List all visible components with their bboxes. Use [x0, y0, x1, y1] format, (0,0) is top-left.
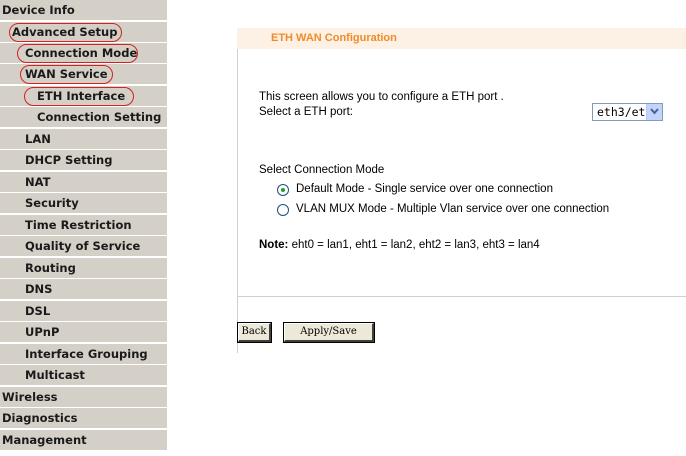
sidebar-item-label: Management	[2, 433, 87, 447]
note-text: Note: eht0 = lan1, eht1 = lan2, eht2 = l…	[259, 239, 540, 251]
sidebar-item-label: NAT	[25, 175, 51, 189]
sidebar-item-quality-of-service[interactable]: Quality of Service	[0, 236, 167, 257]
sidebar-item-label: Connection Setting	[37, 110, 162, 124]
sidebar-item-label: Interface Grouping	[25, 347, 148, 361]
page-title: ETH WAN Configuration	[237, 28, 686, 49]
sidebar-item-advanced-setup[interactable]: Advanced Setup	[0, 22, 167, 43]
sidebar-item-interface-grouping[interactable]: Interface Grouping	[0, 344, 167, 365]
sidebar-item-label: Multicast	[25, 368, 85, 382]
sidebar-item-label: Advanced Setup	[12, 25, 118, 39]
apply-save-button[interactable]: Apply/Save	[283, 322, 375, 343]
select-port-label: Select a ETH port:	[259, 106, 353, 118]
default-mode-label: Default Mode - Single service over one c…	[296, 183, 553, 195]
sidebar-item-label: Time Restriction	[25, 218, 132, 232]
sidebar-item-label: Wireless	[2, 390, 58, 404]
chevron-down-icon[interactable]	[646, 104, 662, 120]
note-label: Note:	[259, 239, 289, 251]
radio-selected-dot	[281, 188, 285, 192]
sidebar-item-wan-service[interactable]: WAN Service	[0, 64, 167, 85]
vlan-mux-mode-label: VLAN MUX Mode - Multiple Vlan service ov…	[296, 203, 610, 215]
sidebar-item-multicast[interactable]: Multicast	[0, 365, 167, 386]
connection-mode-heading: Select Connection Mode	[259, 164, 385, 176]
sidebar-item-diagnostics[interactable]: Diagnostics	[0, 408, 167, 429]
sidebar-item-label: Quality of Service	[25, 239, 141, 253]
sidebar-item-wireless[interactable]: Wireless	[0, 387, 167, 408]
sidebar-item-security[interactable]: Security	[0, 193, 167, 214]
sidebar-item-dns[interactable]: DNS	[0, 279, 167, 300]
sidebar-item-label: DHCP Setting	[25, 153, 113, 167]
note-body: eht0 = lan1, eht1 = lan2, eht2 = lan3, e…	[291, 239, 540, 251]
sidebar-item-label: Security	[25, 196, 79, 210]
panel-border	[237, 49, 238, 353]
divider	[237, 296, 686, 297]
sidebar-item-nat[interactable]: NAT	[0, 172, 167, 193]
sidebar-item-routing[interactable]: Routing	[0, 258, 167, 279]
sidebar-item-label: ETH Interface	[37, 89, 126, 103]
sidebar-item-time-restriction[interactable]: Time Restriction	[0, 215, 167, 236]
sidebar-item-dsl[interactable]: DSL	[0, 301, 167, 322]
sidebar-item-label: UPnP	[25, 325, 60, 339]
sidebar-item-connection-setting[interactable]: Connection Setting	[0, 107, 167, 128]
eth-port-select[interactable]: eth3/eth3	[592, 103, 663, 121]
sidebar-item-label: Routing	[25, 261, 76, 275]
sidebar-item-management[interactable]: Management	[0, 430, 167, 451]
sidebar-item-eth-interface[interactable]: ETH Interface	[0, 86, 167, 107]
eth-wan-config-panel: ETH WAN Configuration This screen allows…	[237, 28, 686, 353]
sidebar-item-device-info[interactable]: Device Info	[0, 0, 167, 21]
sidebar-item-label: Connection Mode	[25, 46, 138, 60]
sidebar-item-connection-mode[interactable]: Connection Mode	[0, 43, 167, 64]
sidebar-nav: Device Info Advanced Setup Connection Mo…	[0, 0, 167, 456]
sidebar-item-label: DNS	[25, 282, 53, 296]
sidebar-item-label: Diagnostics	[2, 411, 78, 425]
back-button[interactable]: Back	[237, 322, 272, 343]
sidebar-item-label: WAN Service	[25, 67, 108, 81]
sidebar-item-upnp[interactable]: UPnP	[0, 322, 167, 343]
sidebar-item-label: LAN	[25, 132, 51, 146]
vlan-mux-mode-radio[interactable]	[277, 204, 289, 216]
sidebar-item-label: DSL	[25, 304, 51, 318]
sidebar-item-label: Device Info	[2, 3, 75, 17]
sidebar-item-lan[interactable]: LAN	[0, 129, 167, 150]
default-mode-radio[interactable]	[277, 184, 289, 196]
intro-text: This screen allows you to configure a ET…	[259, 91, 504, 103]
sidebar-item-dhcp-setting[interactable]: DHCP Setting	[0, 150, 167, 171]
